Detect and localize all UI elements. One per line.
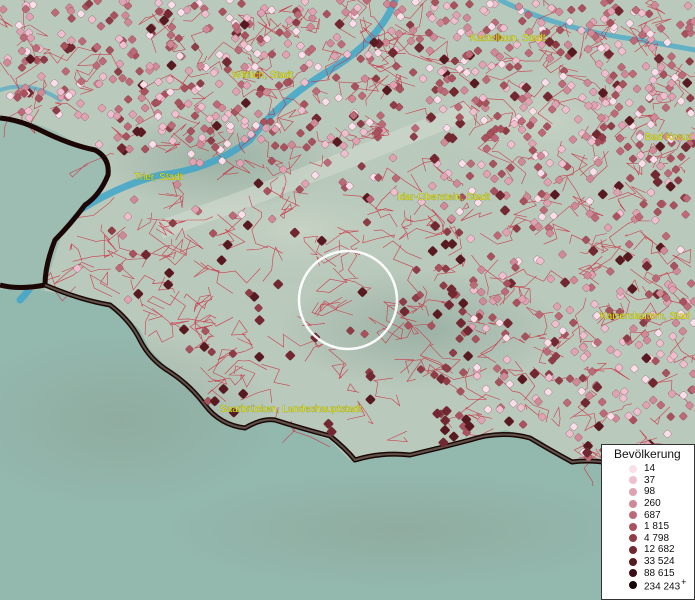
legend-label: 37 bbox=[644, 474, 656, 486]
legend-class: 33 524 bbox=[602, 556, 694, 568]
place-label-kaiserslautern: Kaiserslautern, Stad bbox=[600, 311, 690, 322]
legend-swatch bbox=[629, 522, 637, 531]
legend-label: 98 bbox=[644, 486, 656, 498]
legend-class: 260 bbox=[602, 498, 694, 510]
legend-swatch bbox=[629, 557, 637, 566]
legend-swatch bbox=[629, 464, 637, 473]
legend-label: 1 815 bbox=[644, 521, 670, 533]
place-label-idar-oberstein: Idar-Oberstein, Stadt bbox=[397, 192, 490, 203]
legend-label: 4 798 bbox=[644, 532, 670, 544]
legend-label: 260 bbox=[644, 498, 661, 510]
legend-class: 14 bbox=[602, 463, 694, 475]
legend-class: 687 bbox=[602, 509, 694, 521]
legend-label: 33 524 bbox=[644, 556, 675, 568]
legend-label: 234 243+ bbox=[644, 577, 687, 593]
legend-label: 14 bbox=[644, 463, 656, 475]
legend-title: Bevölkerung bbox=[614, 447, 681, 461]
legend-swatch bbox=[629, 545, 637, 554]
legend-class: 12 682 bbox=[602, 544, 694, 556]
legend-label: 687 bbox=[644, 509, 661, 521]
map-canvas[interactable]: Kastellaun, Stadt Wittlich, Stadt Bad Kr… bbox=[0, 0, 695, 600]
legend-class: 37 bbox=[602, 475, 694, 487]
population-legend: Bevölkerung 14 37 98 260 687 1 815 4 798 12 682… bbox=[601, 444, 695, 600]
legend-swatch bbox=[629, 499, 637, 508]
legend-class: 98 bbox=[602, 486, 694, 498]
legend-swatch bbox=[629, 476, 637, 485]
legend-classes: 14 37 98 260 687 1 815 4 798 12 682 33 524 88 615… bbox=[602, 463, 694, 593]
legend-swatch bbox=[629, 534, 637, 543]
legend-class: 4 798 bbox=[602, 533, 694, 545]
legend-swatch bbox=[629, 511, 637, 520]
legend-overflow-marker: + bbox=[681, 577, 687, 588]
legend-class: 1 815 bbox=[602, 521, 694, 533]
place-label-trier: Trier, Stadt bbox=[134, 172, 183, 183]
place-label-wittlich: Wittlich, Stadt bbox=[232, 70, 293, 81]
place-label-kastellaun: Kastellaun, Stadt bbox=[470, 33, 546, 44]
place-label-bad-kreuz: Bad Kreuz bbox=[645, 132, 692, 143]
place-label-saarbruecken: Saarbrücken, Landeshauptstadt bbox=[220, 404, 362, 415]
legend-swatch bbox=[629, 487, 637, 496]
legend-swatch bbox=[629, 580, 637, 589]
legend-swatch bbox=[629, 569, 637, 578]
legend-class: 234 243+ bbox=[602, 577, 694, 593]
legend-label: 12 682 bbox=[644, 544, 675, 556]
